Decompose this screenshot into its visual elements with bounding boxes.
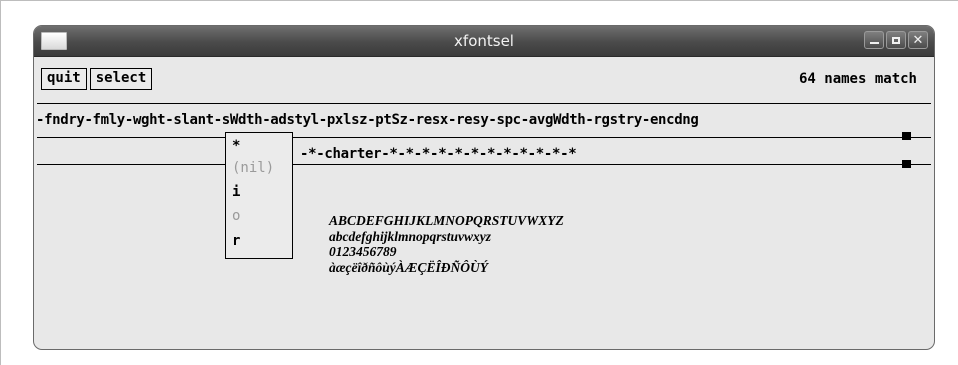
slant-option-r[interactable]: r bbox=[232, 232, 240, 250]
fontname-scroll-knob[interactable] bbox=[902, 160, 911, 168]
current-font-name[interactable]: -*-charter-*-*-*-*-*-*-*-*-*-*-*-* bbox=[300, 146, 577, 162]
quit-button[interactable]: quit bbox=[41, 68, 87, 90]
window-controls: ✕ bbox=[862, 31, 928, 49]
select-button[interactable]: select bbox=[89, 68, 153, 90]
slant-option-i[interactable]: i bbox=[232, 183, 240, 201]
slant-dropdown-menu: * (nil) i o r bbox=[225, 132, 293, 259]
slant-option-any[interactable]: * bbox=[232, 137, 240, 155]
minimize-icon[interactable] bbox=[864, 31, 884, 49]
font-sample: ABCDEFGHIJKLMNOPQRSTUVWXYZ abcdefghijklm… bbox=[329, 213, 564, 275]
divider-fontname bbox=[37, 164, 931, 165]
maximize-icon[interactable] bbox=[886, 31, 906, 49]
field-scroll-knob[interactable] bbox=[902, 132, 911, 140]
title-bar[interactable]: xfontsel ✕ bbox=[34, 26, 934, 57]
xfontsel-window: xfontsel ✕ quit select 64 names match -f… bbox=[33, 25, 935, 350]
slant-option-o[interactable]: o bbox=[232, 207, 240, 225]
sample-uppercase: ABCDEFGHIJKLMNOPQRSTUVWXYZ bbox=[329, 213, 564, 228]
sample-lowercase: abcdefghijklmnopqrstuvwxyz bbox=[329, 228, 492, 244]
toolbar: quit select bbox=[41, 68, 155, 90]
sample-digits: 0123456789 bbox=[329, 244, 397, 259]
window-title: xfontsel bbox=[454, 32, 514, 50]
divider-top bbox=[37, 103, 931, 104]
divider-fields bbox=[37, 137, 931, 138]
close-icon[interactable]: ✕ bbox=[908, 31, 928, 49]
sample-accented: àæçëîðñôùýÀÆÇËÎÐÑÔÙÝ bbox=[329, 259, 488, 275]
font-field-names[interactable]: -fndry-fmly-wght-slant-sWdth-adstyl-pxls… bbox=[36, 112, 699, 128]
slant-option-nil[interactable]: (nil) bbox=[232, 159, 274, 177]
match-count-label: 64 names match bbox=[798, 71, 917, 87]
